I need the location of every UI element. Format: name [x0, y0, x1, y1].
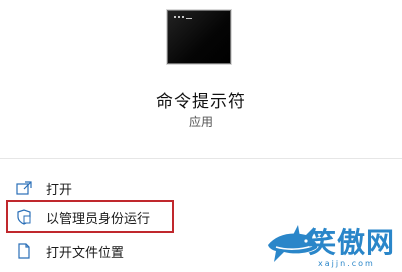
menu-item-open[interactable]: 打开 [10, 174, 180, 202]
cursor-glyph [186, 18, 192, 19]
app-type-label: 应用 [188, 115, 213, 129]
menu-item-label: 打开 [46, 182, 73, 198]
watermark-text: 笑傲网 [308, 226, 396, 259]
prompt-glyph [174, 16, 186, 20]
menu-item-open-file-location[interactable]: 打开文件位置 [10, 237, 180, 265]
divider [0, 158, 402, 159]
menu-item-label: 打开文件位置 [46, 245, 125, 261]
open-window-icon [14, 178, 34, 198]
watermark-url: xajjn.com [318, 259, 375, 268]
file-location-icon [14, 241, 34, 261]
start-menu-panel: 命令提示符 应用 打开 以管理员身份运行 打开文件位置 笑傲网 xajjn.co… [0, 0, 402, 272]
command-prompt-icon[interactable] [167, 10, 231, 64]
app-title: 命令提示符 [156, 92, 246, 112]
watermark-logo: 笑傲网 xajjn.com [262, 215, 402, 272]
highlight-box [6, 200, 174, 233]
